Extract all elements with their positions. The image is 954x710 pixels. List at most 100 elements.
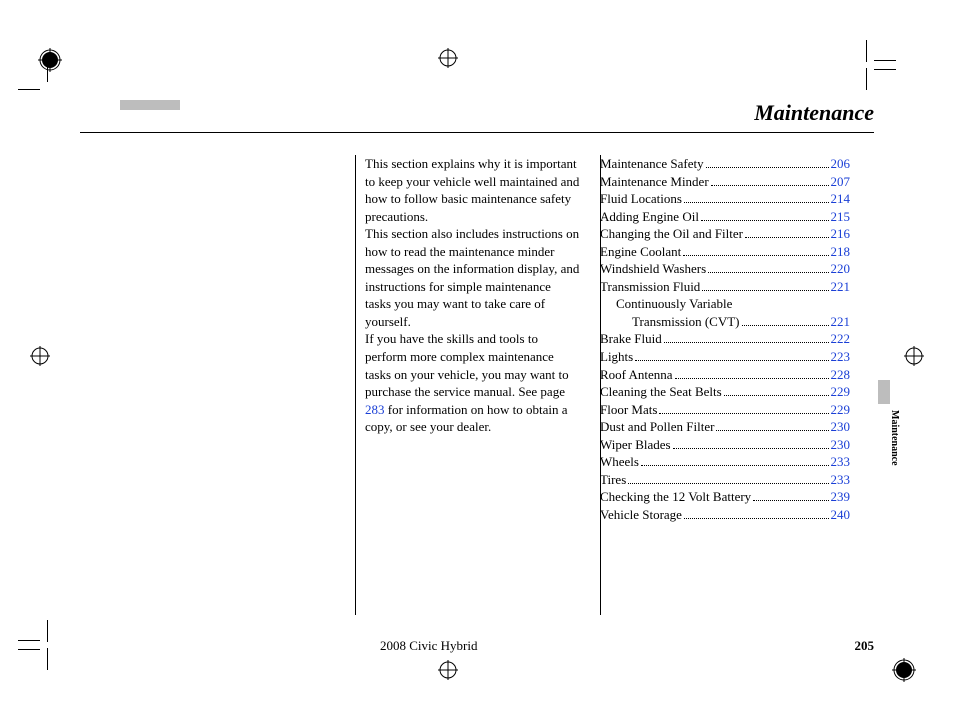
toc-entry[interactable]: Lights 223 xyxy=(600,348,850,366)
toc-label: Vehicle Storage xyxy=(600,506,682,524)
toc-label: Fluid Locations xyxy=(600,190,682,208)
toc-leader-dots xyxy=(745,237,829,238)
toc-label: Transmission Fluid xyxy=(600,278,700,296)
toc-page-link[interactable]: 229 xyxy=(831,401,851,419)
registration-mark-icon xyxy=(438,660,458,680)
toc-entry[interactable]: Dust and Pollen Filter230 xyxy=(600,418,850,436)
toc-leader-dots xyxy=(701,220,829,221)
toc-page-link[interactable]: 233 xyxy=(831,471,851,489)
toc-entry[interactable]: Maintenance Minder 207 xyxy=(600,173,850,191)
toc-entry[interactable]: Vehicle Storage 240 xyxy=(600,506,850,524)
toc-entry[interactable]: Wiper Blades 230 xyxy=(600,436,850,454)
intro-text: for information on how to obtain a copy,… xyxy=(365,402,568,435)
intro-text: If you have the skills and tools to perf… xyxy=(365,331,569,399)
toc-leader-dots xyxy=(724,395,829,396)
toc-entry[interactable]: Checking the 12 Volt Battery 239 xyxy=(600,488,850,506)
toc-entry[interactable]: Changing the Oil and Filter 216 xyxy=(600,225,850,243)
toc-entry[interactable]: Transmission (CVT) 221 xyxy=(600,313,850,331)
toc-entry[interactable]: Transmission Fluid 221 xyxy=(600,278,850,296)
toc-leader-dots xyxy=(664,342,829,343)
registration-mark-icon xyxy=(904,346,924,366)
toc-page-link[interactable]: 215 xyxy=(831,208,851,226)
toc-entry[interactable]: Wheels 233 xyxy=(600,453,850,471)
toc-label: Brake Fluid xyxy=(600,330,662,348)
toc-label: Windshield Washers xyxy=(600,260,706,278)
toc-entry[interactable]: Maintenance Safety 206 xyxy=(600,155,850,173)
toc-label: Wheels xyxy=(600,453,639,471)
vehicle-model-label: 2008 Civic Hybrid xyxy=(380,638,478,654)
side-tab-decoration xyxy=(878,380,890,404)
toc-page-link[interactable]: 206 xyxy=(831,155,851,173)
toc-entry: Continuously Variable xyxy=(600,295,850,313)
toc-leader-dots xyxy=(716,430,828,431)
intro-column: This section explains why it is importan… xyxy=(365,155,580,523)
toc-page-link[interactable]: 218 xyxy=(831,243,851,261)
toc-page-link[interactable]: 207 xyxy=(831,173,851,191)
toc-page-link[interactable]: 221 xyxy=(831,278,851,296)
page-number: 205 xyxy=(855,638,875,654)
column-separator xyxy=(355,155,356,615)
toc-page-link[interactable]: 233 xyxy=(831,453,851,471)
side-tab-label: Maintenance xyxy=(889,410,900,466)
toc-label: Wiper Blades xyxy=(600,436,671,454)
toc-label: Lights xyxy=(600,348,633,366)
toc-label: Floor Mats xyxy=(600,401,657,419)
toc-label: Maintenance Minder xyxy=(600,173,709,191)
toc-entry[interactable]: Adding Engine Oil 215 xyxy=(600,208,850,226)
toc-entry[interactable]: Tires 233 xyxy=(600,471,850,489)
toc-page-link[interactable]: 216 xyxy=(831,225,851,243)
toc-leader-dots xyxy=(659,413,828,414)
toc-label: Checking the 12 Volt Battery xyxy=(600,488,751,506)
toc-leader-dots xyxy=(628,483,828,484)
toc-leader-dots xyxy=(635,360,828,361)
toc-label: Tires xyxy=(600,471,626,489)
page-footer: 2008 Civic Hybrid 205 xyxy=(80,638,874,654)
toc-label: Engine Coolant xyxy=(600,243,681,261)
toc-label: Maintenance Safety xyxy=(600,155,704,173)
toc-leader-dots xyxy=(742,325,829,326)
toc-leader-dots xyxy=(711,185,829,186)
toc-page-link[interactable]: 222 xyxy=(831,330,851,348)
intro-paragraph: This section also includes instructions … xyxy=(365,225,580,330)
toc-page-link[interactable]: 214 xyxy=(831,190,851,208)
toc-leader-dots xyxy=(673,448,829,449)
toc-entry[interactable]: Cleaning the Seat Belts 229 xyxy=(600,383,850,401)
toc-leader-dots xyxy=(683,255,828,256)
crop-mark-icon xyxy=(18,620,48,650)
toc-leader-dots xyxy=(684,518,829,519)
toc-page-link[interactable]: 229 xyxy=(831,383,851,401)
toc-entry[interactable]: Roof Antenna 228 xyxy=(600,366,850,384)
toc-label: Changing the Oil and Filter xyxy=(600,225,743,243)
page-title: Maintenance xyxy=(80,100,874,133)
registration-mark-icon xyxy=(30,346,50,366)
toc-page-link[interactable]: 240 xyxy=(831,506,851,524)
toc-label: Continuously Variable xyxy=(616,295,732,313)
toc-label: Adding Engine Oil xyxy=(600,208,699,226)
toc-page-link[interactable]: 239 xyxy=(831,488,851,506)
toc-leader-dots xyxy=(702,290,828,291)
toc-page-link[interactable]: 228 xyxy=(831,366,851,384)
crop-mark-icon xyxy=(866,60,896,90)
page-reference-link[interactable]: 283 xyxy=(365,402,385,417)
page-content: Maintenance This section explains why it… xyxy=(80,100,874,650)
intro-paragraph: If you have the skills and tools to perf… xyxy=(365,330,580,435)
toc-page-link[interactable]: 223 xyxy=(831,348,851,366)
toc-leader-dots xyxy=(641,465,829,466)
toc-label: Transmission (CVT) xyxy=(632,313,740,331)
toc-page-link[interactable]: 221 xyxy=(831,313,851,331)
intro-paragraph: This section explains why it is importan… xyxy=(365,155,580,225)
toc-page-link[interactable]: 230 xyxy=(831,418,851,436)
toc-page-link[interactable]: 230 xyxy=(831,436,851,454)
toc-entry[interactable]: Brake Fluid 222 xyxy=(600,330,850,348)
toc-entry[interactable]: Floor Mats 229 xyxy=(600,401,850,419)
registration-mark-icon xyxy=(892,658,916,682)
toc-entry[interactable]: Fluid Locations 214 xyxy=(600,190,850,208)
registration-mark-icon xyxy=(438,48,458,68)
toc-page-link[interactable]: 220 xyxy=(831,260,851,278)
toc-leader-dots xyxy=(706,167,829,168)
toc-label: Cleaning the Seat Belts xyxy=(600,383,722,401)
toc-entry[interactable]: Engine Coolant 218 xyxy=(600,243,850,261)
toc-label: Roof Antenna xyxy=(600,366,673,384)
toc-entry[interactable]: Windshield Washers 220 xyxy=(600,260,850,278)
table-of-contents: Maintenance Safety 206 Maintenance Minder 2… xyxy=(600,155,850,523)
